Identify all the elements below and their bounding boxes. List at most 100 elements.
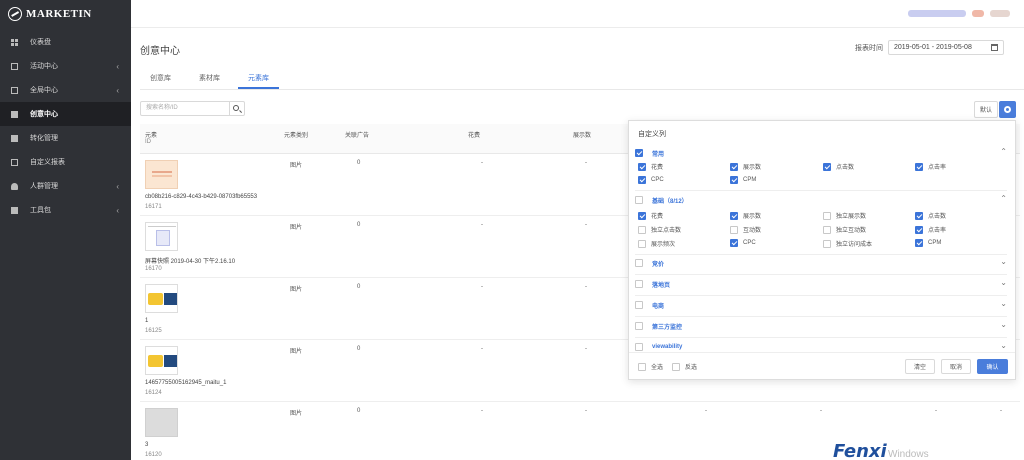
- option-checkbox[interactable]: [638, 225, 646, 234]
- column-option[interactable]: 展示数: [730, 211, 761, 220]
- element-thumbnail[interactable]: [145, 284, 178, 313]
- column-option[interactable]: 独立互动数: [823, 225, 866, 234]
- chevron-down-icon[interactable]: ⌄: [1000, 341, 1007, 350]
- chevron-down-icon[interactable]: ⌄: [1000, 257, 1007, 266]
- element-thumbnail[interactable]: [145, 408, 178, 437]
- option-checkbox[interactable]: [730, 211, 738, 220]
- group-common[interactable]: 常用 ⌃: [635, 147, 1007, 159]
- chevron-down-icon[interactable]: ⌄: [1000, 278, 1007, 287]
- element-thumbnail[interactable]: [145, 222, 178, 251]
- app-logo[interactable]: MARKETIN: [0, 0, 131, 28]
- option-checkbox[interactable]: [638, 211, 646, 220]
- select-all-checkbox[interactable]: [638, 362, 646, 371]
- group-checkbox[interactable]: [635, 322, 643, 330]
- option-checkbox[interactable]: [730, 162, 738, 171]
- chevron-down-icon[interactable]: ⌄: [1000, 320, 1007, 329]
- column-option[interactable]: 点击数: [915, 211, 946, 220]
- option-checkbox[interactable]: [823, 239, 831, 248]
- element-name: 1: [145, 318, 149, 324]
- cancel-button[interactable]: 取消: [941, 359, 971, 374]
- column-header-cost[interactable]: 花费: [468, 130, 480, 139]
- column-option[interactable]: 点击率: [915, 162, 946, 171]
- chevron-up-icon[interactable]: ⌃: [1000, 147, 1007, 156]
- confirm-button[interactable]: 确认: [977, 359, 1008, 374]
- chevron-down-icon[interactable]: ⌄: [1000, 299, 1007, 308]
- column-option[interactable]: 花费: [638, 211, 663, 220]
- column-option[interactable]: 展示数: [730, 162, 761, 171]
- option-checkbox[interactable]: [730, 239, 738, 247]
- column-option[interactable]: 展示频次: [638, 239, 675, 248]
- column-option[interactable]: 独立访问成本: [823, 239, 872, 248]
- option-checkbox[interactable]: [823, 162, 831, 171]
- sidebar-item-creative[interactable]: 创意中心: [0, 102, 131, 126]
- option-checkbox[interactable]: [915, 211, 923, 220]
- invert-option[interactable]: 反选: [672, 362, 697, 371]
- group-checkbox[interactable]: [635, 301, 643, 309]
- group-ecommerce[interactable]: 电商 ⌄: [635, 299, 1007, 311]
- column-option[interactable]: 互动数: [730, 225, 761, 234]
- sidebar-item-global[interactable]: 全局中心 ‹: [0, 78, 131, 102]
- select-all-option[interactable]: 全选: [638, 362, 663, 371]
- column-option[interactable]: 独立展示数: [823, 211, 866, 220]
- column-option[interactable]: CPC: [638, 176, 664, 184]
- user-menu-blurred[interactable]: [990, 10, 1010, 17]
- group-checkbox[interactable]: [635, 343, 643, 351]
- option-checkbox[interactable]: [823, 211, 831, 220]
- column-option[interactable]: 点击率: [915, 225, 946, 234]
- search-button[interactable]: [230, 102, 244, 115]
- chevron-left-icon: ‹: [116, 62, 119, 71]
- option-checkbox[interactable]: [730, 225, 738, 234]
- group-basic[interactable]: 基础（8/12） ⌃: [635, 194, 1007, 206]
- option-checkbox[interactable]: [915, 225, 923, 234]
- chevron-left-icon: ‹: [116, 86, 119, 95]
- column-header-id: ID: [145, 139, 151, 145]
- column-option[interactable]: 点击数: [823, 162, 854, 171]
- chevron-up-icon[interactable]: ⌃: [1000, 194, 1007, 203]
- column-option[interactable]: CPM: [730, 176, 756, 184]
- option-checkbox[interactable]: [638, 162, 646, 171]
- default-columns-button[interactable]: 默认: [974, 101, 998, 118]
- element-thumbnail[interactable]: [145, 160, 178, 189]
- element-thumbnail[interactable]: [145, 346, 178, 375]
- column-option[interactable]: CPC: [730, 239, 756, 247]
- sidebar-item-activity[interactable]: 活动中心 ‹: [0, 54, 131, 78]
- group-checkbox[interactable]: [635, 280, 643, 288]
- option-checkbox[interactable]: [823, 225, 831, 234]
- sidebar-item-toolkit[interactable]: 工具包 ‹: [0, 198, 131, 222]
- tab-creative-library[interactable]: 创意库: [140, 68, 181, 89]
- group-third-party[interactable]: 第三方监控 ⌄: [635, 320, 1007, 332]
- option-checkbox[interactable]: [915, 162, 923, 171]
- group-checkbox[interactable]: [635, 149, 643, 157]
- sidebar-item-audience[interactable]: 人群管理 ‹: [0, 174, 131, 198]
- tab-material-library[interactable]: 素材库: [189, 68, 230, 89]
- option-checkbox[interactable]: [730, 176, 738, 184]
- invert-label: 反选: [685, 365, 698, 371]
- calendar-icon: [991, 44, 998, 51]
- windows-watermark: Windows: [888, 449, 929, 460]
- column-option[interactable]: CPM: [915, 239, 941, 247]
- column-header-impressions[interactable]: 展示数: [573, 130, 591, 139]
- column-option[interactable]: 花费: [638, 162, 663, 171]
- user-avatar-blurred[interactable]: [972, 10, 984, 17]
- search-input[interactable]: 搜索名称/ID: [141, 102, 230, 115]
- tab-element-library[interactable]: 元素库: [238, 68, 279, 89]
- option-checkbox[interactable]: [638, 239, 646, 248]
- sidebar-item-report[interactable]: 自定义报表: [0, 150, 131, 174]
- date-range-input[interactable]: 2019-05-01 - 2019-05-08: [888, 40, 1004, 55]
- sidebar-item-dashboard[interactable]: 仪表盘: [0, 30, 131, 54]
- clear-button[interactable]: 清空: [905, 359, 935, 374]
- column-settings-button[interactable]: [999, 101, 1016, 118]
- group-bidding[interactable]: 竞价 ⌄: [635, 257, 1007, 269]
- conversion-icon: [11, 134, 18, 142]
- group-landing-page[interactable]: 落地页 ⌄: [635, 278, 1007, 290]
- invert-checkbox[interactable]: [672, 362, 680, 371]
- user-account-blurred[interactable]: [908, 10, 966, 17]
- global-icon: [11, 86, 18, 94]
- option-checkbox[interactable]: [915, 239, 923, 247]
- group-checkbox[interactable]: [635, 196, 643, 204]
- column-option[interactable]: 独立点击数: [638, 225, 681, 234]
- element-id: 16124: [145, 390, 162, 396]
- sidebar-item-conversion[interactable]: 转化管理: [0, 126, 131, 150]
- group-checkbox[interactable]: [635, 259, 643, 267]
- option-checkbox[interactable]: [638, 176, 646, 184]
